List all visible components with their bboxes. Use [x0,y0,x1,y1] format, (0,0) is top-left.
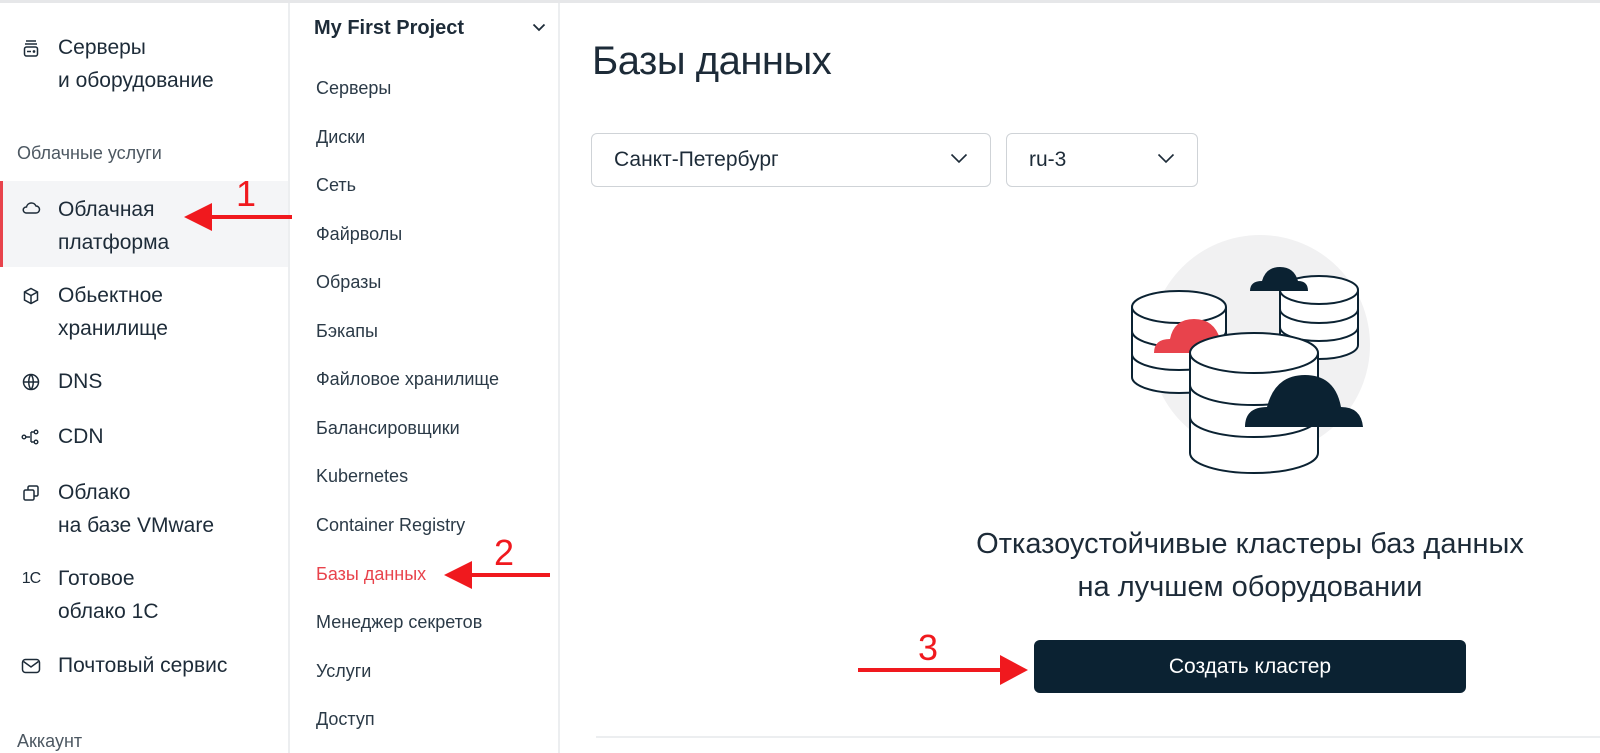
sidebar-item-cdn[interactable]: CDN [0,420,288,456]
sidebar-item-vmware-cloud[interactable]: Облако на базе VMware [0,476,288,546]
server-icon [20,38,42,60]
nav-item-disks[interactable]: Диски [316,127,365,148]
promo-text: Отказоустойчивые кластеры баз данных на … [940,523,1560,609]
create-cluster-button[interactable]: Создать кластер [1034,640,1466,693]
nav-item-access[interactable]: Доступ [316,709,375,730]
sidebar-item-label: Серверы и оборудование [58,36,214,92]
project-nav: My First Project Серверы Диски Сеть Файр… [290,3,560,753]
cube-icon [20,285,42,307]
promo-line-1: Отказоустойчивые кластеры баз данных [976,528,1524,560]
page-title: Базы данных [592,39,832,83]
nav-item-secrets-manager[interactable]: Менеджер секретов [316,612,482,633]
database-clusters-illustration [1120,235,1370,475]
nav-item-firewalls[interactable]: Файрволы [316,224,402,245]
nav-item-load-balancers[interactable]: Балансировщики [316,418,460,439]
sidebar-item-servers-hardware[interactable]: Серверы и оборудование [0,31,288,101]
nav-item-kubernetes[interactable]: Kubernetes [316,466,408,487]
annotation-label-1: 1 [236,173,257,214]
network-icon [20,426,42,448]
zone-select-value: ru-3 [1029,148,1067,171]
nav-item-container-registry[interactable]: Container Registry [316,515,465,536]
chevron-down-icon [950,151,968,169]
sidebar-item-object-storage[interactable]: Обьектное хранилище [0,279,288,349]
layers-icon [20,482,42,504]
1c-icon: 1C [21,570,41,587]
zone-select[interactable]: ru-3 [1006,133,1198,187]
region-select-value: Санкт-Петербург [614,148,779,171]
nav-item-servers[interactable]: Серверы [316,78,391,99]
section-label-account: Аккаунт [17,731,83,751]
main-sidebar: Серверы и оборудование Облачные услуги О… [0,3,290,753]
nav-item-images[interactable]: Образы [316,272,381,293]
promo-line-2: на лучшем оборудовании [1077,571,1423,603]
nav-item-file-storage[interactable]: Файловое хранилище [316,369,499,390]
main-content: Базы данных Санкт-Петербург ru-3 Отказоу… [560,3,1600,753]
sidebar-item-mail-service[interactable]: Почтовый сервис [0,649,288,685]
nav-item-backups[interactable]: Бэкапы [316,321,378,342]
sidebar-item-label: DNS [58,370,103,393]
project-name: My First Project [314,16,465,39]
cloud-icon [20,197,42,219]
chevron-down-icon [532,19,546,37]
nav-item-databases[interactable]: Базы данных [316,564,426,585]
mail-icon [20,655,42,677]
sidebar-item-label: Готовое облако 1С [58,567,159,623]
project-switcher[interactable]: My First Project [314,13,546,43]
nav-item-services[interactable]: Услуги [316,661,371,682]
nav-item-network[interactable]: Сеть [316,175,356,196]
annotation-label-2: 2 [494,532,515,573]
annotation-label-3: 3 [918,627,939,668]
sidebar-item-label: CDN [58,425,104,448]
chevron-down-icon [1157,151,1175,169]
sidebar-item-label: Облако на базе VMware [58,481,215,537]
section-label-cloud-services: Облачные услуги [17,143,162,163]
sidebar-item-label: Обьектное хранилище [58,284,168,340]
sidebar-item-label: Облачная платформа [58,198,170,254]
sidebar-item-label: Почтовый сервис [58,654,228,677]
divider [596,736,1600,738]
sidebar-item-dns[interactable]: DNS [0,365,288,401]
sidebar-item-1c-cloud[interactable]: 1C Готовое облако 1С [0,562,288,632]
globe-icon [20,371,42,393]
region-select[interactable]: Санкт-Петербург [591,133,991,187]
